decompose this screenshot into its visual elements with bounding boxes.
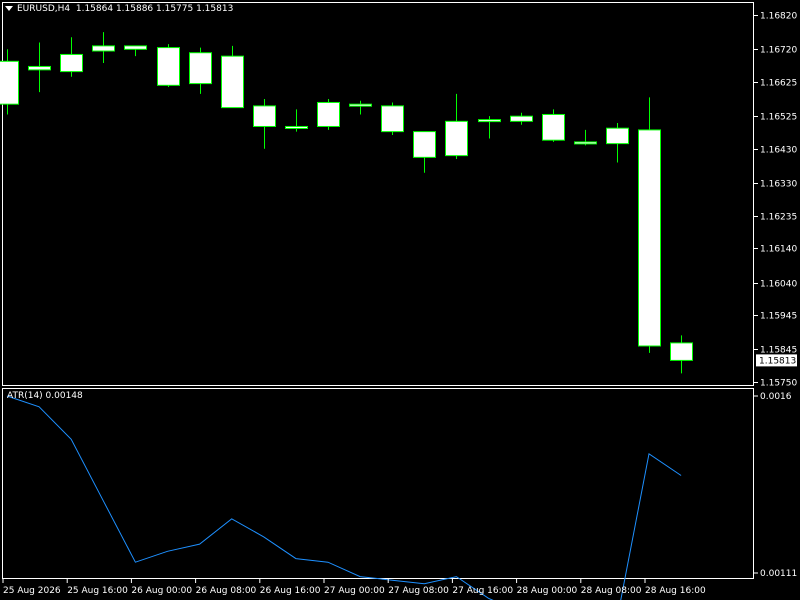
dropdown-arrow-icon[interactable] — [5, 6, 13, 11]
candle — [445, 93, 468, 160]
time-tick-label: 26 Aug 16:00 — [260, 586, 321, 596]
candle-body — [92, 45, 115, 52]
candle-body — [60, 53, 83, 73]
candle — [510, 112, 533, 125]
candle — [60, 37, 83, 77]
atr-line — [6, 395, 682, 600]
candle — [381, 102, 404, 136]
candle-body — [445, 120, 468, 157]
candles-layer — [0, 32, 693, 374]
time-tick-label: 28 Aug 08:00 — [581, 586, 642, 596]
candle — [285, 109, 308, 132]
candle — [124, 45, 147, 57]
atr-axis-bottom-label: 0.00111 — [760, 569, 797, 579]
candle-body — [606, 127, 629, 145]
time-tick-label: 27 Aug 08:00 — [388, 586, 449, 596]
current-price-tag: 1.15813 — [756, 354, 797, 367]
candle-body — [574, 141, 597, 145]
time-tick-label: 26 Aug 00:00 — [131, 586, 192, 596]
candle — [349, 100, 372, 115]
time-tick-label: 26 Aug 08:00 — [196, 586, 257, 596]
candle-body — [381, 105, 404, 133]
candle-body — [221, 55, 244, 109]
time-tick-label: 28 Aug 16:00 — [645, 586, 706, 596]
price-tick-label: 1.15750 — [760, 379, 797, 389]
candle — [189, 47, 212, 94]
price-tick-label: 1.16430 — [760, 146, 797, 156]
candle-body — [157, 47, 180, 86]
candle — [253, 99, 276, 149]
time-tick-label: 27 Aug 16:00 — [452, 586, 513, 596]
symbol-label: EURUSD,H4 — [17, 4, 71, 14]
candle-body — [124, 45, 147, 50]
candle — [542, 109, 565, 142]
candle — [606, 123, 629, 163]
candle — [157, 44, 180, 88]
symbol-header[interactable]: EURUSD,H4 1.15864 1.15886 1.15775 1.1581… — [5, 4, 233, 14]
candle — [574, 129, 597, 146]
atr-label: ATR(14) 0.00148 — [7, 391, 83, 401]
candle-body — [317, 101, 340, 127]
candle — [221, 45, 244, 109]
price-tick-label: 1.16625 — [760, 79, 797, 89]
candle-body — [189, 52, 212, 85]
candle — [478, 116, 501, 139]
price-tick-label: 1.15845 — [760, 346, 797, 356]
candle-body — [510, 115, 533, 122]
price-tick-label: 1.16330 — [760, 180, 797, 190]
price-tick-label: 1.16820 — [760, 12, 797, 22]
candle-body — [670, 342, 693, 361]
indicator-header: ATR(14) 0.00148 — [7, 391, 83, 401]
price-axis: 1.16820 1.16720 1.16625 1.16525 1.16430 1.163… — [754, 12, 797, 389]
time-tick-label: 25 Aug 16:00 — [67, 586, 128, 596]
candle-body — [542, 113, 565, 141]
candle-body — [478, 119, 501, 123]
price-chart[interactable]: 1.16820 1.16720 1.16625 1.16525 1.16430 1.163… — [0, 0, 800, 600]
time-tick-label: 25 Aug 2026 — [3, 586, 61, 596]
ohlc-values: 1.15864 1.15886 1.15775 1.15813 — [75, 4, 234, 14]
price-tick-label: 1.16040 — [760, 280, 797, 290]
price-tick-label: 1.15945 — [760, 312, 797, 322]
indicator-panel-frame — [2, 388, 754, 579]
candle-body — [28, 65, 51, 71]
candle — [28, 42, 51, 93]
candle-body — [638, 129, 661, 347]
price-tag-label: 1.15813 — [759, 356, 796, 366]
candle-body — [253, 105, 276, 127]
time-axis: 25 Aug 2026 25 Aug 16:00 26 Aug 00:00 26 Au… — [2, 579, 706, 596]
candle — [670, 335, 693, 374]
time-tick-label: 27 Aug 00:00 — [324, 586, 385, 596]
candle — [638, 97, 661, 353]
candle-body — [349, 103, 372, 107]
candle-body — [0, 60, 19, 105]
candle — [92, 32, 115, 64]
price-tick-label: 1.16235 — [760, 213, 797, 223]
price-tick-label: 1.16720 — [760, 46, 797, 56]
candle — [413, 131, 436, 173]
time-tick-label: 28 Aug 00:00 — [517, 586, 578, 596]
candle-body — [285, 125, 308, 129]
candle — [317, 99, 340, 130]
candle-body — [413, 131, 436, 158]
price-tick-label: 1.16525 — [760, 113, 797, 123]
price-tick-label: 1.16140 — [760, 245, 797, 255]
atr-axis-top-label: 0.0016 — [760, 392, 792, 402]
atr-layer — [6, 395, 682, 600]
